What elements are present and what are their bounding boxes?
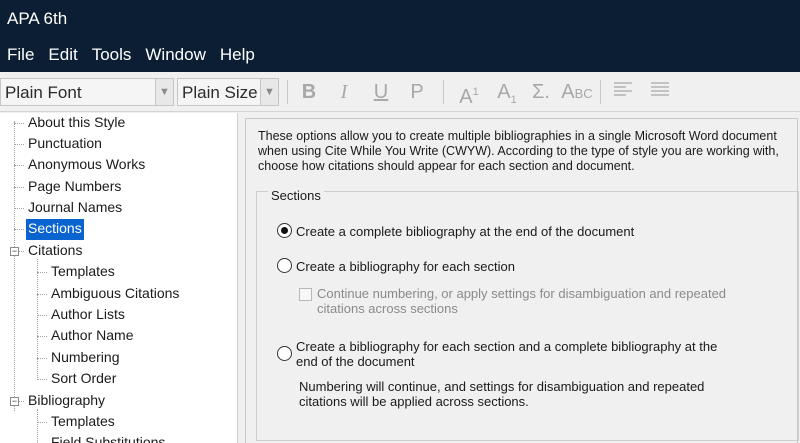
window-titlebar: APA 6th [0, 0, 800, 38]
tree-item-author-lists[interactable]: Author Lists [49, 305, 127, 326]
tree-connector [37, 259, 38, 380]
align-left-icon [614, 82, 632, 96]
tree-item-journal-names[interactable]: Journal Names [26, 198, 124, 219]
tree-connector [14, 229, 24, 230]
tree-connector [14, 123, 24, 124]
tree-connector [19, 251, 24, 252]
tree-connector [19, 401, 24, 402]
collapse-icon[interactable]: − [10, 247, 19, 256]
radio-complete-bibliography[interactable] [277, 223, 292, 238]
tree-connector [37, 422, 47, 423]
label-each-and-complete[interactable]: Create a bibliography for each section a… [296, 339, 736, 369]
tree-item-punctuation[interactable]: Punctuation [26, 134, 104, 155]
toolbar-divider [443, 80, 444, 104]
tree-connector [37, 379, 47, 380]
tree-item-ambiguous-citations[interactable]: Ambiguous Citations [49, 284, 181, 305]
toolbar-divider [600, 80, 601, 104]
label-complete-bibliography[interactable]: Create a complete bibliography at the en… [296, 224, 776, 239]
menu-tools[interactable]: Tools [92, 45, 132, 65]
checkbox-continue-numbering[interactable] [299, 288, 312, 301]
intro-text: These options allow you to create multip… [258, 129, 779, 173]
tree-item-bibliography[interactable]: Bibliography [26, 391, 107, 412]
underline-button[interactable]: U [370, 78, 392, 106]
italic-button[interactable]: I [333, 78, 355, 106]
settings-panel-frame: These options allow you to create multip… [245, 118, 799, 443]
label-bibliography-each-section[interactable]: Create a bibliography for each section [296, 259, 776, 274]
sections-group-label: Sections [268, 188, 324, 203]
tree-connector [14, 144, 24, 145]
tree-connector [37, 294, 47, 295]
justify-button[interactable] [649, 78, 671, 106]
tree-connector [37, 358, 47, 359]
menu-edit[interactable]: Edit [48, 45, 77, 65]
tree-connector [37, 315, 47, 316]
tree-item-citation-templates[interactable]: Templates [49, 262, 117, 283]
menu-file[interactable]: File [7, 45, 34, 65]
toolbar-divider [287, 80, 288, 104]
style-tree: − − About this Style Punctuation Anonymo… [0, 113, 238, 443]
subscript-button[interactable]: A1 [493, 78, 521, 106]
tree-item-page-numbers[interactable]: Page Numbers [26, 177, 123, 198]
menu-help[interactable]: Help [220, 45, 255, 65]
tree-item-anonymous-works[interactable]: Anonymous Works [26, 155, 147, 176]
font-select[interactable]: Plain Font ▼ [0, 78, 174, 106]
chevron-down-icon[interactable]: ▼ [260, 79, 278, 105]
radio-bibliography-each-section[interactable] [277, 258, 292, 273]
tree-connector [14, 187, 24, 188]
plain-button[interactable]: P [406, 78, 428, 106]
menu-bar: File Edit Tools Window Help [0, 38, 800, 72]
symbol-button[interactable]: Σ. [528, 78, 554, 106]
tree-item-bibliography-templates[interactable]: Templates [49, 412, 117, 433]
bold-button[interactable]: B [298, 78, 320, 106]
tree-item-citations[interactable]: Citations [26, 241, 84, 262]
tree-item-field-substitutions[interactable]: Field Substitutions [49, 433, 167, 443]
tree-item-sort-order[interactable]: Sort Order [49, 369, 118, 390]
small-caps-button[interactable]: ABC [560, 78, 594, 106]
tree-connector [14, 208, 24, 209]
align-left-button[interactable] [612, 78, 634, 106]
chevron-down-icon[interactable]: ▼ [155, 79, 173, 105]
tree-connector [37, 272, 47, 273]
justify-icon [651, 82, 669, 96]
label-continue-numbering[interactable]: Continue numbering, or apply settings fo… [317, 286, 737, 316]
note-numbering-continues: Numbering will continue, and settings fo… [299, 379, 705, 409]
tree-item-numbering[interactable]: Numbering [49, 348, 121, 369]
settings-panel: These options allow you to create multip… [241, 113, 800, 443]
radio-each-and-complete[interactable] [277, 346, 292, 361]
tree-item-author-name[interactable]: Author Name [49, 326, 135, 347]
menu-window[interactable]: Window [145, 45, 205, 65]
superscript-button[interactable]: A1 [455, 78, 483, 108]
window-title: APA 6th [7, 9, 68, 28]
tree-item-about[interactable]: About this Style [26, 113, 127, 134]
font-select-value: Plain Font [5, 83, 82, 102]
size-select[interactable]: Plain Size ▼ [177, 78, 279, 106]
tree-item-sections[interactable]: Sections [25, 218, 85, 241]
size-select-value: Plain Size [182, 83, 258, 102]
collapse-icon[interactable]: − [10, 397, 19, 406]
tree-connector [37, 409, 38, 443]
tree-connector [37, 336, 47, 337]
tree-connector [14, 165, 24, 166]
format-toolbar: Plain Font ▼ Plain Size ▼ B I U P A1 A1 … [0, 72, 800, 112]
